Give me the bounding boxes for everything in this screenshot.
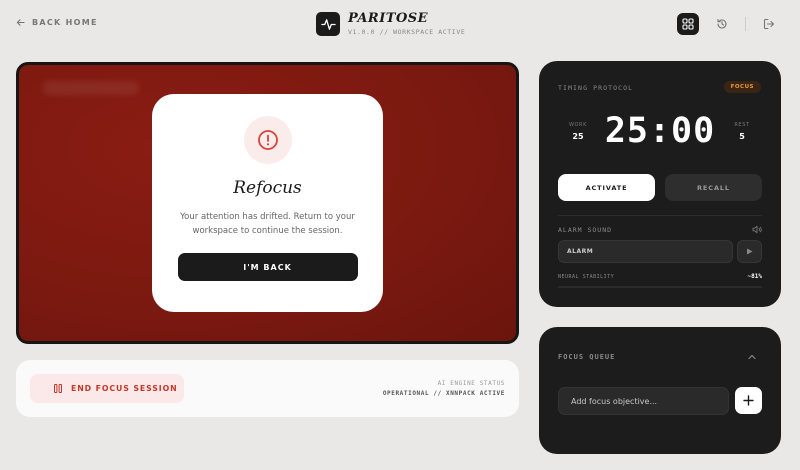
- recall-button[interactable]: RECALL: [665, 174, 762, 201]
- engine-status-label: AI ENGINE STATUS: [437, 380, 505, 387]
- activate-button[interactable]: ACTIVATE: [558, 174, 655, 201]
- alert-badge: [243, 116, 292, 164]
- play-icon: [747, 248, 753, 255]
- timer-card: TIMING PROTOCOL FOCUS WORK 25 25:00 REST…: [539, 61, 781, 307]
- engine-status: AI ENGINE STATUS OPERATIONAL // XNNPACK …: [383, 380, 505, 397]
- end-focus-session-button[interactable]: END FOCUS SESSION: [30, 374, 184, 403]
- focus-queue-label: FOCUS QUEUE: [558, 353, 616, 361]
- logout-button[interactable]: [758, 13, 780, 35]
- rest-label: REST: [734, 122, 750, 128]
- timing-protocol-label: TIMING PROTOCOL: [558, 84, 634, 92]
- focus-queue-card: FOCUS QUEUE: [539, 327, 781, 454]
- chevron-up-icon[interactable]: [747, 352, 757, 362]
- back-home-label: BACK HOME: [32, 18, 98, 27]
- engine-status-value: OPERATIONAL // XNNPACK ACTIVE: [382, 390, 505, 397]
- modal-message: Your attention has drifted. Return to yo…: [180, 212, 355, 236]
- focus-objective-input[interactable]: [558, 387, 729, 415]
- alarm-sound-label: ALARM SOUND: [558, 226, 613, 234]
- grid-icon: [682, 18, 694, 30]
- end-session-label: END FOCUS SESSION: [71, 384, 178, 393]
- modal-title: Refocus: [233, 178, 302, 198]
- focus-workspace: Refocus Your attention has drifted. Retu…: [16, 62, 519, 344]
- blurred-label: [43, 81, 139, 95]
- timer-divider: [558, 215, 762, 216]
- im-back-button[interactable]: I'M BACK: [177, 253, 358, 281]
- neural-stability-label: NEURAL STABILITY: [558, 274, 615, 280]
- alert-circle-icon: [257, 130, 278, 150]
- arrow-left-icon: [16, 19, 25, 26]
- rest-duration[interactable]: REST 5: [727, 122, 757, 141]
- mode-badge: FOCUS: [723, 81, 761, 93]
- plus-icon: [743, 395, 754, 406]
- session-bar: END FOCUS SESSION AI ENGINE STATUS OPERA…: [16, 360, 519, 417]
- speaker-icon[interactable]: [752, 225, 762, 234]
- alarm-sound-select[interactable]: ALARM: [558, 240, 733, 263]
- back-home-link[interactable]: BACK HOME: [16, 18, 98, 27]
- brand-name: PARITOSE: [348, 11, 429, 26]
- add-objective-button[interactable]: [735, 387, 762, 414]
- logout-icon: [763, 18, 775, 30]
- history-button[interactable]: [711, 13, 733, 35]
- neural-stability-track: [558, 286, 762, 288]
- rest-value: 5: [739, 132, 745, 141]
- neural-stability-value: ~81%: [747, 273, 762, 280]
- refocus-modal: Refocus Your attention has drifted. Retu…: [152, 94, 383, 312]
- brand: PARITOSE V1.0.0 // WORKSPACE ACTIVE: [316, 12, 465, 36]
- brand-logo: [316, 12, 340, 36]
- pause-icon: [54, 384, 62, 393]
- brand-subtitle: V1.0.0 // WORKSPACE ACTIVE: [348, 28, 466, 36]
- history-icon: [717, 18, 727, 29]
- top-actions: [677, 13, 780, 35]
- grid-view-button[interactable]: [677, 13, 699, 35]
- alarm-preview-button[interactable]: [737, 240, 762, 263]
- header-divider: [745, 17, 746, 31]
- pulse-icon: [320, 18, 336, 30]
